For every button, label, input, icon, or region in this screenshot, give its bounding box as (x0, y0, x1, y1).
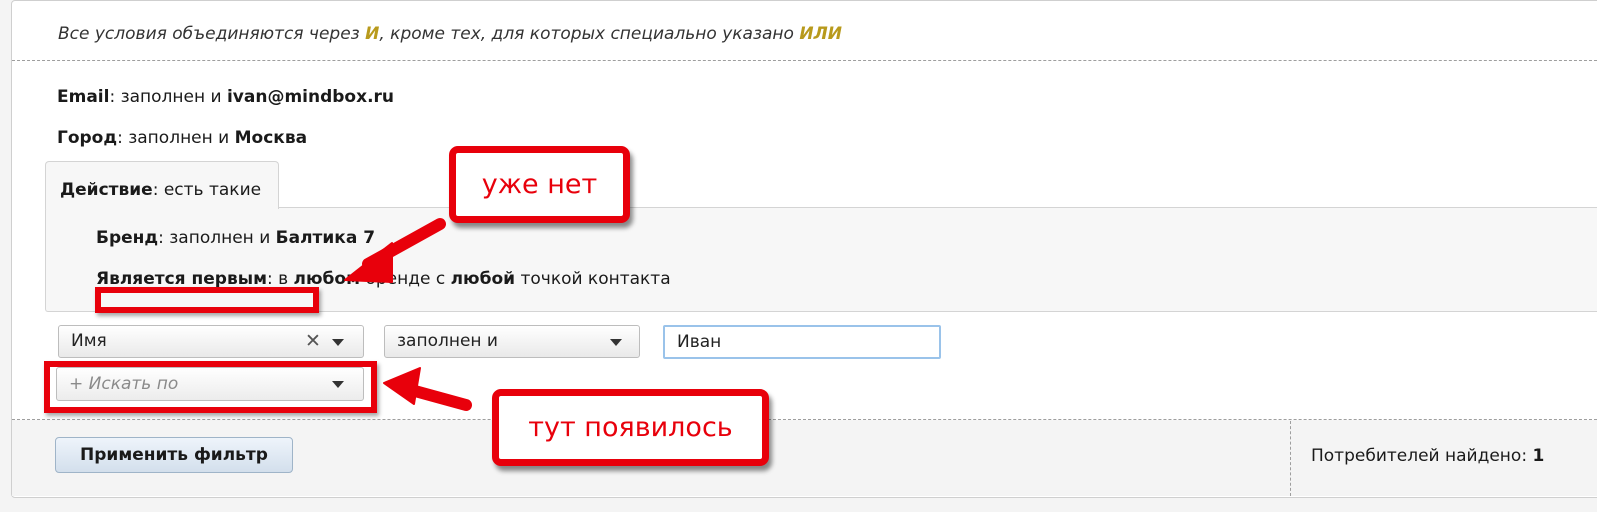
arrow-head-icon (383, 367, 421, 405)
callout-appeared: тут появилось (492, 389, 769, 466)
annotation-arrows (344, 218, 472, 411)
arrow-head-icon (344, 242, 393, 283)
callout-gone: уже нет (449, 146, 630, 223)
